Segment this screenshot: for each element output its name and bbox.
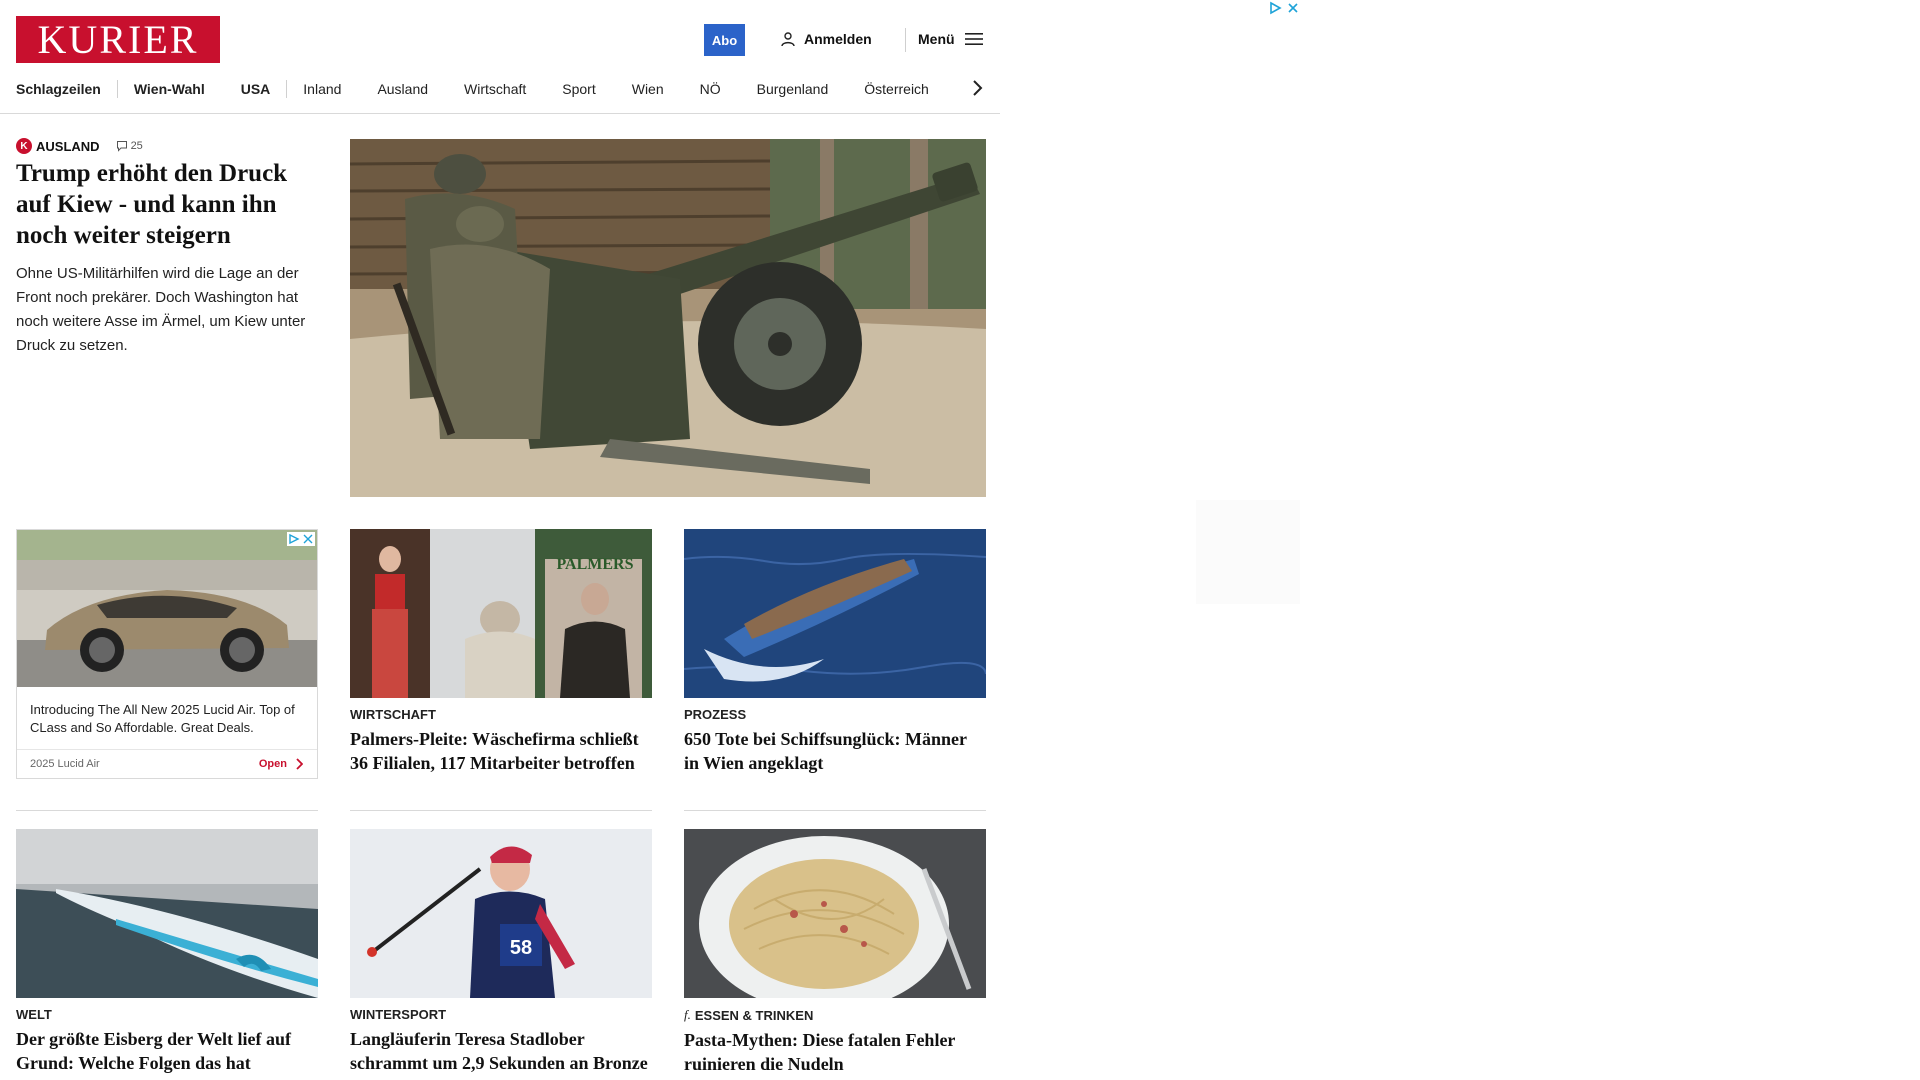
nav-item-usa[interactable]: USA: [241, 81, 271, 97]
article-card[interactable]: 58 WINTERSPORT Langläuferin Teresa Stadl…: [350, 829, 652, 1080]
login-button[interactable]: Anmelden: [780, 31, 872, 47]
soldiers-artillery-photo: [350, 139, 986, 497]
row-divider: [16, 810, 318, 811]
article-title[interactable]: Der größte Eisberg der Welt lief auf Gru…: [16, 1027, 318, 1075]
row-divider: [350, 810, 652, 811]
palmers-sign-text: PALMERS: [556, 556, 633, 573]
nav-item-ausland[interactable]: Ausland: [377, 81, 428, 97]
nav-item-inland[interactable]: Inland: [303, 81, 341, 97]
ad-text[interactable]: Introducing The All New 2025 Lucid Air. …: [17, 687, 317, 744]
nav-separator: [286, 80, 288, 98]
site-header: KURIER Abo Anmelden Menü Schlagzeilen Wi…: [0, 0, 1000, 114]
article-title[interactable]: Palmers-Pleite: Wäschefirma schließt 36 …: [350, 727, 652, 775]
skier-photo: 58: [350, 829, 652, 998]
section-nav: Schlagzeilen Wien-Wahl USA Inland Auslan…: [16, 78, 929, 100]
iceberg-photo: [16, 829, 318, 998]
hero-image[interactable]: [350, 139, 986, 497]
article-title[interactable]: 650 Tote bei Schiffsunglück: Männer in W…: [684, 727, 986, 775]
hero-meta: K AUSLAND 25: [16, 138, 143, 154]
ad-footer: 2025 Lucid Air Open: [17, 749, 317, 778]
migrant-boat-photo: [684, 529, 986, 698]
kurier-k-icon: K: [16, 138, 32, 154]
article-image[interactable]: 58: [350, 829, 652, 998]
ad-placeholder: [1196, 500, 1300, 604]
adchoices-icon[interactable]: [288, 533, 300, 545]
nav-item-wien-wahl[interactable]: Wien-Wahl: [134, 81, 205, 97]
article-category[interactable]: f. ESSEN & TRINKEN: [684, 1007, 986, 1023]
palmers-store-photo: PALMERS: [350, 529, 652, 698]
menu-button[interactable]: Menü: [918, 31, 983, 47]
nav-item-sport[interactable]: Sport: [562, 81, 595, 97]
abo-button[interactable]: Abo: [704, 24, 745, 56]
adchoices-icon[interactable]: [1268, 1, 1282, 15]
article-category[interactable]: WINTERSPORT: [350, 1007, 652, 1022]
comment-count[interactable]: 25: [116, 140, 143, 152]
hamburger-icon: [964, 33, 983, 45]
nav-item-wien[interactable]: Wien: [632, 81, 664, 97]
article-card[interactable]: PROZESS 650 Tote bei Schiffsunglück: Män…: [684, 529, 986, 775]
nav-item-burgenland[interactable]: Burgenland: [757, 81, 829, 97]
article-image[interactable]: [684, 529, 986, 698]
nav-item-oesterreich[interactable]: Österreich: [864, 81, 929, 97]
chevron-right-icon: [296, 758, 303, 770]
chevron-right-icon[interactable]: [970, 78, 984, 98]
ad-brand: 2025 Lucid Air: [30, 758, 100, 770]
comment-icon: [116, 141, 127, 152]
article-card[interactable]: WELT Der größte Eisberg der Welt lief au…: [16, 829, 318, 1075]
comment-count-value: 25: [130, 140, 143, 152]
ad-image[interactable]: [17, 530, 317, 687]
close-icon[interactable]: [302, 533, 314, 545]
article-image[interactable]: PALMERS: [350, 529, 652, 698]
ad-choices[interactable]: [1268, 1, 1300, 15]
login-label: Anmelden: [804, 31, 872, 47]
ad-open-label: Open: [258, 758, 287, 770]
close-icon[interactable]: [1286, 1, 1300, 15]
kurier-logo[interactable]: KURIER: [16, 16, 220, 63]
article-category[interactable]: PROZESS: [684, 707, 986, 722]
article-card[interactable]: PALMERS WIRTSCHAFT Palmers-Pleite: Wäsch…: [350, 529, 652, 775]
article-image[interactable]: [684, 829, 986, 998]
nav-separator: [116, 80, 118, 98]
hero-category[interactable]: AUSLAND: [36, 139, 100, 154]
freizeit-icon: f.: [684, 1007, 691, 1022]
article-image[interactable]: [16, 829, 318, 998]
nav-item-wirtschaft[interactable]: Wirtschaft: [464, 81, 526, 97]
article-card[interactable]: f. ESSEN & TRINKEN Pasta-Mythen: Diese f…: [684, 829, 986, 1076]
article-category[interactable]: WELT: [16, 1007, 318, 1022]
header-divider: [905, 28, 906, 52]
hero-teaser[interactable]: Ohne US-Militärhilfen wird die Lage an d…: [16, 262, 322, 358]
nav-item-schlagzeilen[interactable]: Schlagzeilen: [16, 81, 101, 97]
ad-card[interactable]: Introducing The All New 2025 Lucid Air. …: [16, 529, 318, 779]
pasta-photo: [684, 829, 986, 998]
user-icon: [781, 32, 795, 47]
article-title[interactable]: Pasta-Mythen: Diese fatalen Fehler ruini…: [684, 1028, 986, 1076]
menu-label: Menü: [918, 31, 955, 47]
article-category-label: ESSEN & TRINKEN: [694, 1007, 814, 1023]
lucid-air-car-photo: [17, 530, 317, 687]
hero-title[interactable]: Trump erhöht den Druck auf Kiew - und ka…: [16, 158, 318, 251]
article-category[interactable]: WIRTSCHAFT: [350, 707, 652, 722]
logo-text: KURIER: [37, 16, 199, 62]
nav-item-noe[interactable]: NÖ: [700, 81, 721, 97]
row-divider: [684, 810, 986, 811]
ad-open-button[interactable]: Open: [259, 758, 303, 770]
ad-choices-overlay[interactable]: [287, 532, 315, 546]
bib-number-text: 58: [510, 937, 532, 959]
article-title[interactable]: Langläuferin Teresa Stadlober schrammt u…: [350, 1027, 652, 1080]
